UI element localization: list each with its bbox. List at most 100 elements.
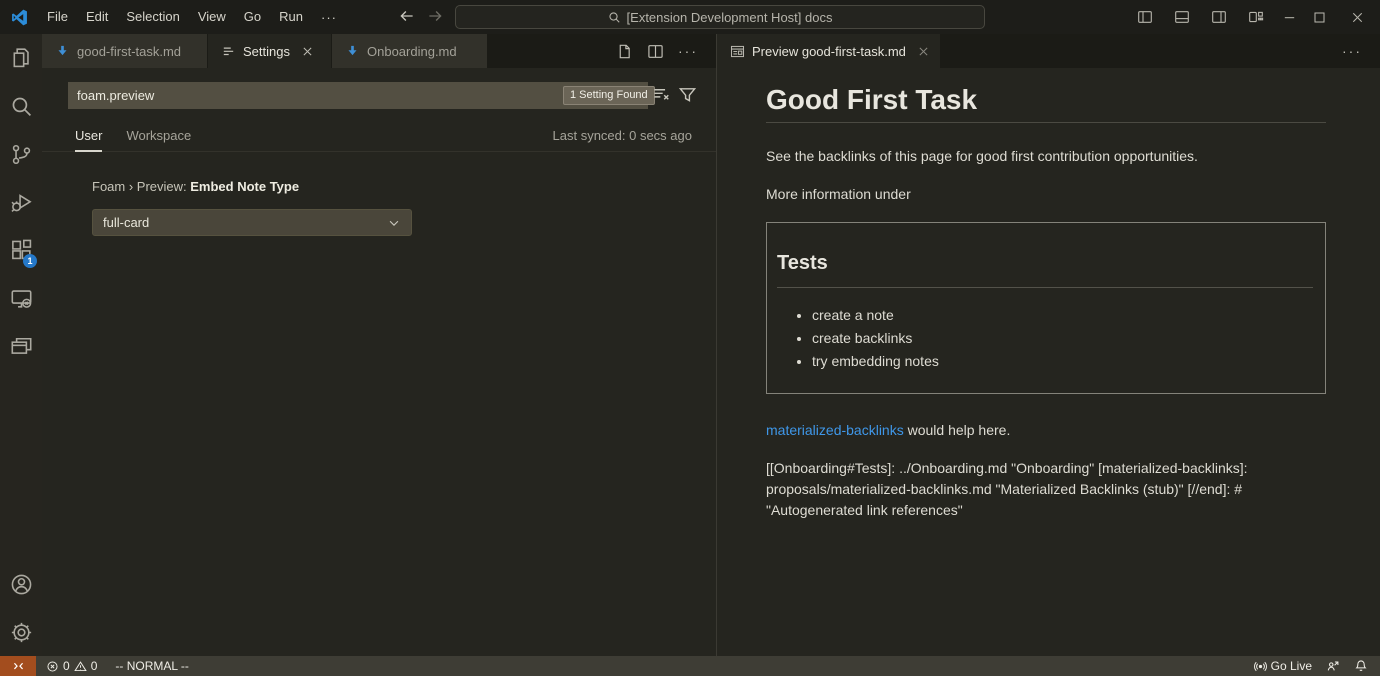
errors-count: 0 xyxy=(63,659,70,673)
list-item: create a note xyxy=(812,304,1313,327)
editor-tabs-left-group: good-first-task.md Settings Onboarding.m… xyxy=(42,34,716,68)
scope-tab-workspace[interactable]: Workspace xyxy=(126,120,191,152)
tab-onboarding[interactable]: Onboarding.md xyxy=(332,34,488,68)
vim-mode-indicator: -- NORMAL -- xyxy=(115,659,189,673)
maximize-window-icon[interactable] xyxy=(1304,0,1334,34)
tab-label: good-first-task.md xyxy=(77,44,181,59)
filter-settings-icon[interactable] xyxy=(678,85,697,104)
status-bar: 0 0 -- NORMAL -- Go Live xyxy=(0,656,1380,676)
activity-bar-spacer xyxy=(0,370,42,560)
menu-more-icon[interactable]: ··· xyxy=(312,10,346,25)
embedded-note-list: create a note create backlinks try embed… xyxy=(777,304,1313,373)
markdown-preview-panel: Good First Task See the backlinks of thi… xyxy=(717,68,1380,656)
tab-preview-good-first-task[interactable]: Preview good-first-task.md xyxy=(717,34,941,68)
more-actions-icon[interactable]: ··· xyxy=(1342,43,1362,59)
search-view-icon[interactable] xyxy=(0,82,42,130)
more-actions-icon[interactable]: ··· xyxy=(678,43,698,59)
tab-label: Settings xyxy=(243,44,290,59)
settings-search-input[interactable] xyxy=(68,82,648,109)
menu-file[interactable]: File xyxy=(38,5,77,29)
markdown-file-icon xyxy=(55,44,70,59)
editor-actions: ··· xyxy=(1342,34,1380,68)
tab-settings[interactable]: Settings xyxy=(208,34,332,68)
editor-tabs-right-group: Preview good-first-task.md ··· xyxy=(717,34,1380,68)
menu-edit[interactable]: Edit xyxy=(77,5,117,29)
dropdown-value: full-card xyxy=(103,215,149,230)
title-bar: File Edit Selection View Go Run ··· [Ext… xyxy=(0,0,1380,34)
extensions-badge: 1 xyxy=(23,254,37,268)
close-window-icon[interactable] xyxy=(1334,0,1380,34)
embed-note-type-dropdown[interactable]: full-card xyxy=(92,209,412,236)
toggle-secondary-sidebar-icon[interactable] xyxy=(1200,0,1237,34)
markdown-preview-icon xyxy=(730,44,745,59)
preview-paragraph: More information under xyxy=(766,184,1326,205)
close-tab-icon[interactable] xyxy=(917,45,930,58)
preview-title: Good First Task xyxy=(766,84,1326,123)
vscode-window: File Edit Selection View Go Run ··· [Ext… xyxy=(0,0,1380,676)
close-tab-icon[interactable] xyxy=(301,45,314,58)
command-center-label: [Extension Development Host] docs xyxy=(627,10,833,25)
vscode-logo-icon xyxy=(11,9,28,26)
last-synced-label: Last synced: 0 secs ago xyxy=(553,128,692,143)
open-settings-json-icon[interactable] xyxy=(616,43,633,60)
link-suffix-text: would help here. xyxy=(904,422,1011,438)
split-editor-icon[interactable] xyxy=(647,43,664,60)
errors-icon xyxy=(46,660,59,673)
tab-label: Preview good-first-task.md xyxy=(752,44,906,59)
tab-label: Onboarding.md xyxy=(367,44,457,59)
preview-paragraph: See the backlinks of this page for good … xyxy=(766,146,1326,167)
preview-paragraph: materialized-backlinks would help here. xyxy=(766,420,1326,441)
extensions-icon[interactable]: 1 xyxy=(0,226,42,274)
explorer-icon[interactable] xyxy=(0,34,42,82)
chevron-down-icon xyxy=(387,216,401,230)
clear-settings-search-icon[interactable] xyxy=(652,85,671,104)
activity-bar: 1 xyxy=(0,34,42,656)
windows-panel-icon[interactable] xyxy=(0,322,42,370)
toggle-primary-sidebar-icon[interactable] xyxy=(1126,0,1163,34)
settings-editor-icon xyxy=(221,44,236,59)
customize-layout-icon[interactable] xyxy=(1237,0,1274,34)
search-icon xyxy=(608,11,621,24)
scope-tab-user[interactable]: User xyxy=(75,120,102,152)
remote-explorer-icon[interactable] xyxy=(0,274,42,322)
menu-run[interactable]: Run xyxy=(270,5,312,29)
status-bar-right: Go Live xyxy=(1254,659,1380,673)
materialized-backlinks-link[interactable]: materialized-backlinks xyxy=(766,422,904,438)
go-live-label: Go Live xyxy=(1271,659,1312,673)
window-controls xyxy=(1126,0,1380,34)
run-debug-icon[interactable] xyxy=(0,178,42,226)
command-center-search[interactable]: [Extension Development Host] docs xyxy=(455,5,985,29)
navigate-forward-icon[interactable] xyxy=(426,7,444,25)
source-control-icon[interactable] xyxy=(0,130,42,178)
menu-view[interactable]: View xyxy=(189,5,235,29)
link-references-text: [[Onboarding#Tests]: ../Onboarding.md "O… xyxy=(766,458,1326,521)
warnings-icon xyxy=(74,660,87,673)
minimize-window-icon[interactable] xyxy=(1274,0,1304,34)
settings-result-count-badge: 1 Setting Found xyxy=(563,86,655,105)
setting-category: Foam › Preview: xyxy=(92,179,190,194)
toggle-panel-icon[interactable] xyxy=(1163,0,1200,34)
setting-name: Embed Note Type xyxy=(190,179,299,194)
tab-good-first-task[interactable]: good-first-task.md xyxy=(42,34,208,68)
notifications-bell-icon[interactable] xyxy=(1354,659,1368,673)
manage-settings-gear-icon[interactable] xyxy=(0,608,42,656)
settings-scope-tabs: User Workspace Last synced: 0 secs ago xyxy=(42,120,716,152)
embedded-note-card: Tests create a note create backlinks try… xyxy=(766,222,1326,394)
list-item: create backlinks xyxy=(812,327,1313,350)
list-item: try embedding notes xyxy=(812,350,1313,373)
navigate-back-icon[interactable] xyxy=(398,7,416,25)
embedded-note-title: Tests xyxy=(777,251,1313,288)
menu-selection[interactable]: Selection xyxy=(117,5,188,29)
go-live-button[interactable]: Go Live xyxy=(1254,659,1312,673)
menu-go[interactable]: Go xyxy=(235,5,270,29)
accounts-icon[interactable] xyxy=(0,560,42,608)
settings-editor: 1 Setting Found User Workspace Last sync… xyxy=(42,68,716,656)
editor-actions: ··· xyxy=(616,34,716,68)
problems-indicator[interactable]: 0 0 xyxy=(46,659,97,673)
broadcast-icon xyxy=(1254,660,1267,673)
markdown-file-icon xyxy=(345,44,360,59)
warnings-count: 0 xyxy=(91,659,98,673)
setting-title: Foam › Preview: Embed Note Type xyxy=(92,179,299,194)
remote-indicator[interactable] xyxy=(0,656,36,676)
live-share-icon[interactable] xyxy=(1326,659,1340,673)
